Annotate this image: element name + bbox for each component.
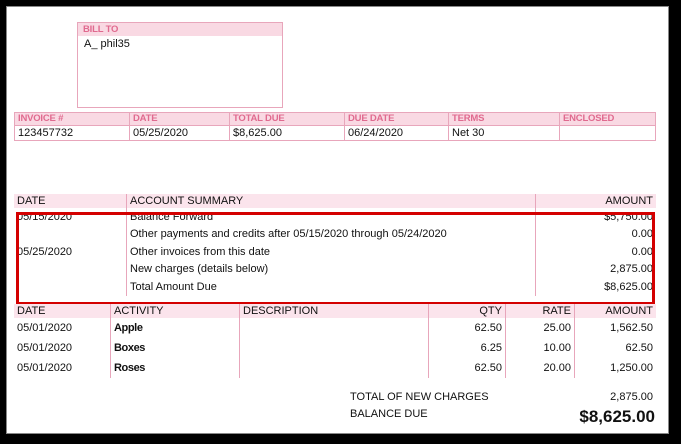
items-amount-header: AMOUNT <box>574 304 656 318</box>
item-date: 05/01/2020 <box>17 362 73 374</box>
item-description <box>239 318 429 338</box>
item-qty: 62.50 <box>428 318 506 338</box>
bill-to-box: BILL TO A_ phil35 <box>77 22 283 108</box>
due-date-label: DUE DATE <box>344 112 449 126</box>
terms-label: TERMS <box>448 112 560 126</box>
item-amount: 62.50 <box>574 338 656 358</box>
new-charges-value: 2,875.00 <box>610 391 653 403</box>
item-rate: 20.00 <box>505 358 575 378</box>
item-rate: 25.00 <box>505 318 575 338</box>
table-row: 05/01/2020 Apple 62.50 25.00 1,562.50 <box>14 318 656 338</box>
items-description-header: DESCRIPTION <box>239 304 429 318</box>
items-rate-header: RATE <box>505 304 575 318</box>
enclosed-value <box>559 125 656 141</box>
item-amount: 1,562.50 <box>574 318 656 338</box>
item-activity: Boxes <box>110 338 240 358</box>
items-activity-header: ACTIVITY <box>110 304 240 318</box>
items-date-header: DATE <box>14 304 111 318</box>
item-rate: 10.00 <box>505 338 575 358</box>
total-due-value: $8,625.00 <box>229 125 345 141</box>
table-row: 05/01/2020 Roses 62.50 20.00 1,250.00 <box>14 358 656 378</box>
new-charges-label: TOTAL OF NEW CHARGES <box>350 391 489 403</box>
item-description <box>239 338 429 358</box>
line-items-table: DATE ACTIVITY DESCRIPTION QTY RATE AMOUN… <box>14 304 656 378</box>
summary-header: ACCOUNT SUMMARY <box>126 194 536 208</box>
item-date: 05/01/2020 <box>17 322 73 334</box>
highlight-box <box>16 212 655 305</box>
item-amount: 1,250.00 <box>574 358 656 378</box>
item-activity: Roses <box>110 358 240 378</box>
terms-value: Net 30 <box>448 125 560 141</box>
due-date-value: 06/24/2020 <box>344 125 449 141</box>
bill-to-label: BILL TO <box>78 23 282 36</box>
invoice-header-table: INVOICE # DATE TOTAL DUE DUE DATE TERMS … <box>14 112 656 141</box>
item-activity: Apple <box>110 318 240 338</box>
invoice-date-label: DATE <box>129 112 230 126</box>
balance-due-value: $8,625.00 <box>579 407 655 426</box>
item-qty: 6.25 <box>428 338 506 358</box>
invoice-date-value: 05/25/2020 <box>129 125 230 141</box>
summary-amount-header: AMOUNT <box>535 194 656 208</box>
invoice-number-label: INVOICE # <box>14 112 130 126</box>
invoice-page: BILL TO A_ phil35 INVOICE # DATE TOTAL D… <box>6 6 669 434</box>
summary-date-header: DATE <box>14 194 127 208</box>
item-qty: 62.50 <box>428 358 506 378</box>
bill-to-name: A_ phil35 <box>84 38 130 50</box>
total-due-label: TOTAL DUE <box>229 112 345 126</box>
enclosed-label: ENCLOSED <box>559 112 656 126</box>
item-description <box>239 358 429 378</box>
item-date: 05/01/2020 <box>17 342 73 354</box>
balance-due-label: BALANCE DUE <box>350 408 428 420</box>
table-row: 05/01/2020 Boxes 6.25 10.00 62.50 <box>14 338 656 358</box>
invoice-number-value: 123457732 <box>14 125 130 141</box>
items-qty-header: QTY <box>428 304 506 318</box>
